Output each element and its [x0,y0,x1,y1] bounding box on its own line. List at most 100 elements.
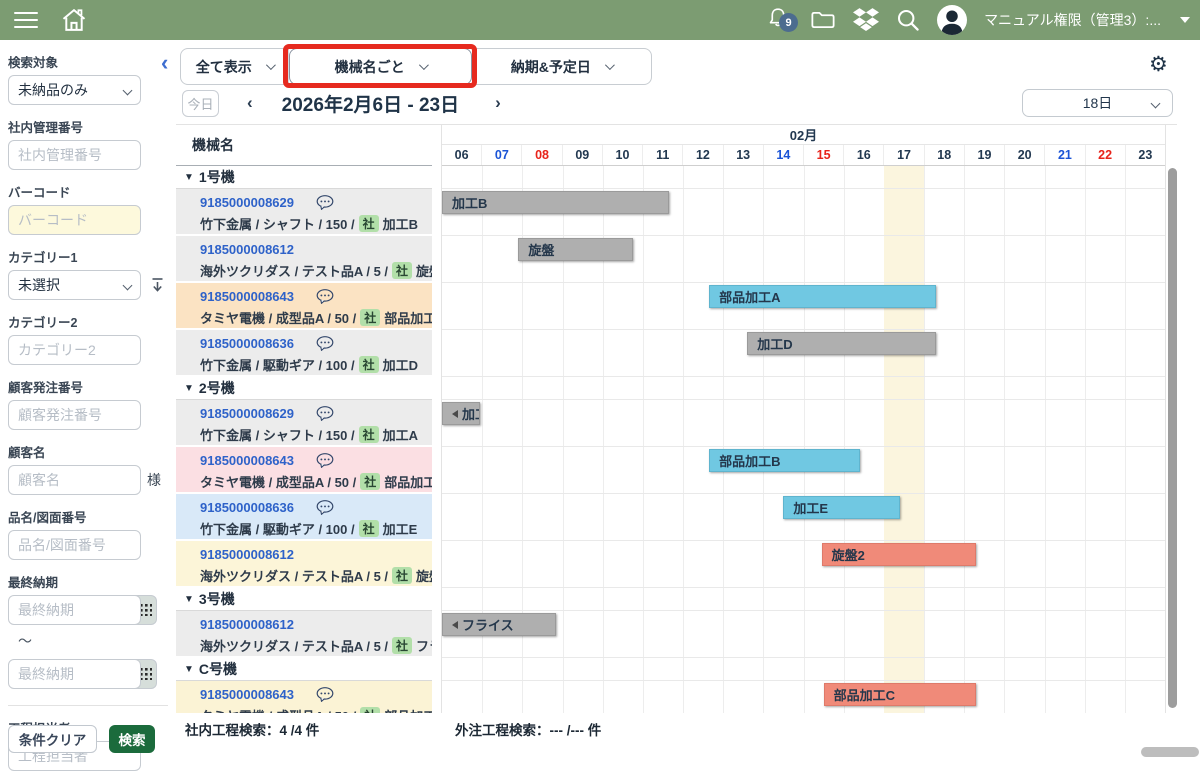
menu-icon[interactable] [14,12,38,28]
today-button[interactable]: 今日 [182,90,219,117]
gantt-bar[interactable]: 旋盤 [518,238,632,261]
filter-input[interactable]: 品名/図面番号 [8,530,141,560]
order-row-detail: 竹下金属 / 駆動ギア / 100 /社加工D [200,355,432,374]
machine-row[interactable]: 9185000008643タミヤ電機 / 成型品A / 50 /社部品加工A [176,283,432,330]
machine-row[interactable]: 9185000008612海外ツクリダス / テスト品A / 5 /社旋盤 [176,236,432,283]
collapse-panel-chevron-icon[interactable]: ‹ [161,50,168,76]
filter-input[interactable]: 顧客名 [8,465,141,495]
order-number-link[interactable]: 9185000008636 [200,500,294,515]
select-value: 未選択 [18,275,60,295]
vertical-scrollbar[interactable] [1168,168,1177,708]
gantt-bar[interactable]: フライス [442,613,556,636]
filter-input[interactable]: カテゴリー2 [8,335,141,365]
order-number-link[interactable]: 9185000008629 [200,195,294,210]
collapse-down-icon[interactable] [150,277,165,293]
settings-gear-icon[interactable]: ⚙ [1149,52,1168,77]
folder-icon[interactable] [810,9,836,31]
order-number-link[interactable]: 9185000008636 [200,336,294,351]
comment-bubble-icon[interactable] [316,406,334,422]
order-number-link[interactable]: 9185000008643 [200,289,294,304]
order-number-link[interactable]: 9185000008612 [200,547,294,562]
group-by-dropdown[interactable]: 機械名ごと [289,48,472,85]
date-range-title: 2026年2月6日 - 23日 [282,90,459,117]
machine-row[interactable]: 9185000008636 竹下金属 / 駆動ギア / 100 /社加工E [176,494,432,541]
machine-list-panel: 機械名 ▼1号機9185000008629竹下金属 / シャフト / 150 /… [176,125,432,713]
user-menu-label[interactable]: マニュアル権限（管理3）:... [984,10,1161,30]
comment-bubble-icon[interactable] [316,500,334,516]
gantt-bar[interactable]: 部品加工A [709,285,936,308]
order-number-link[interactable]: 9185000008629 [200,406,294,421]
gantt-bar[interactable]: 加工A [442,402,480,425]
span-select-dropdown[interactable]: 18日 [1022,89,1173,117]
filter-select[interactable]: 未選択 [8,270,141,300]
order-number-link[interactable]: 9185000008643 [200,453,294,468]
date-mode-dropdown[interactable]: 納期&予定日 [472,49,651,84]
machine-row[interactable]: 9185000008612海外ツクリダス / テスト品A / 5 /社フライス [176,611,432,658]
machine-row[interactable]: 9185000008643 タミヤ電機 / 成型品A / 50 /社部品加工C [176,681,432,713]
machine-row[interactable]: 9185000008643タミヤ電機 / 成型品A / 50 /社部品加工B [176,447,432,494]
field-row: 未選択 [0,270,176,300]
input-placeholder: カテゴリー2 [18,340,96,360]
gantt-bar[interactable]: 加工D [747,332,936,355]
machine-row[interactable]: 9185000008629竹下金属 / シャフト / 150 /社加工A [176,400,432,447]
field-label: バーコード [8,182,176,201]
date-navigation: 今日 ‹ 2026年2月6日 - 23日 › [182,88,501,118]
search-button[interactable]: 検索 [109,725,155,753]
order-row-line1: 9185000008643 [200,287,432,306]
avatar[interactable] [937,5,967,35]
gantt-chart: 機械名 ▼1号機9185000008629竹下金属 / シャフト / 150 /… [176,124,1177,713]
order-row-detail: 竹下金属 / シャフト / 150 /社加工B [200,214,432,233]
gantt-bar[interactable]: 部品加工B [709,449,860,472]
comment-bubble-icon[interactable] [316,336,334,352]
horizontal-scrollbar[interactable] [1141,747,1199,757]
machine-row[interactable]: 9185000008636 竹下金属 / 駆動ギア / 100 /社加工D [176,330,432,377]
comment-bubble-icon[interactable] [316,687,334,703]
process-label: 加工D [383,355,418,374]
order-number-link[interactable]: 9185000008612 [200,617,294,632]
filter-input[interactable]: 最終納期 [8,595,141,625]
order-number-link[interactable]: 9185000008643 [200,687,294,702]
machine-group-header[interactable]: ▼C号機 [176,658,432,681]
field-row: 品名/図面番号 [0,530,176,560]
prev-period-arrow[interactable]: ‹ [247,93,253,113]
clear-conditions-button[interactable]: 条件クリア [8,725,97,753]
comment-bubble-icon[interactable] [316,195,334,211]
comment-bubble-icon[interactable] [316,289,334,305]
order-row-detail: 竹下金属 / 駆動ギア / 100 /社加工E [200,519,432,538]
order-number-link[interactable]: 9185000008612 [200,242,294,257]
filter-input[interactable]: 顧客発注番号 [8,400,141,430]
display-filter-value: 全て表示 [196,57,252,77]
machine-row[interactable]: 9185000008612海外ツクリダス / テスト品A / 5 /社旋盤2 [176,541,432,588]
gantt-group-row [442,658,1165,681]
machine-group-header[interactable]: ▼1号機 [176,166,432,189]
filter-input[interactable]: 最終納期 [8,659,141,689]
search-icon[interactable] [896,8,920,32]
next-period-arrow[interactable]: › [495,93,501,113]
company-badge: 社 [359,520,379,537]
collapse-triangle-icon: ▼ [184,172,194,183]
comment-bubble-icon[interactable] [316,453,334,469]
day-cell: 08 [522,145,562,165]
notifications-button[interactable]: 9 [767,7,793,33]
user-menu-caret-icon[interactable] [1180,17,1190,23]
order-row-line1: 9185000008629 [200,193,432,212]
display-filter-dropdown[interactable]: 全て表示 [181,49,289,84]
dropbox-icon[interactable] [853,8,879,32]
gantt-bar[interactable]: 加工B [442,191,669,214]
order-row-line1: 9185000008612 [200,240,432,259]
gantt-bar[interactable]: 加工E [783,496,899,519]
home-icon[interactable] [60,7,88,33]
gantt-row: 部品加工B [442,447,1165,494]
day-cell: 22 [1086,145,1126,165]
filter-select[interactable]: 未納品のみ [8,75,141,105]
order-row-detail: タミヤ電機 / 成型品A / 50 /社部品加工C [200,706,432,713]
machine-row[interactable]: 9185000008629 竹下金属 / シャフト / 150 /社加工B [176,189,432,236]
gantt-bar[interactable]: 旋盤2 [822,543,977,566]
machine-group-header[interactable]: ▼2号機 [176,377,432,400]
machine-group-header[interactable]: ▼3号機 [176,588,432,611]
gantt-bar[interactable]: 部品加工C [824,683,977,706]
filter-input[interactable]: 社内管理番号 [8,140,141,170]
process-label: 加工B [383,214,418,233]
filter-input[interactable]: バーコード [8,205,141,235]
gantt-row: 加工E [442,494,1165,541]
